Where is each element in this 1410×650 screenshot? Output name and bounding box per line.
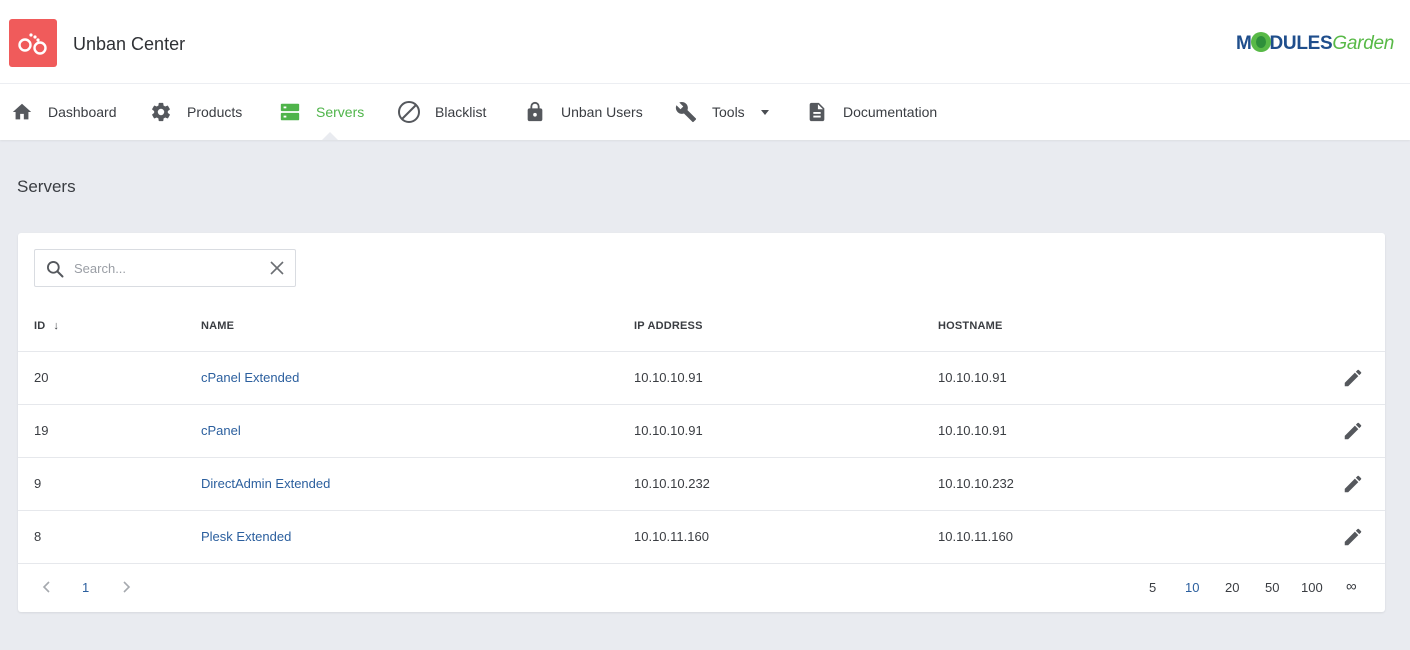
server-icon: [278, 100, 302, 124]
prev-page-icon[interactable]: [40, 580, 54, 599]
cell-id: 8: [34, 529, 42, 544]
nav-label: Unban Users: [561, 104, 643, 120]
server-name-link[interactable]: Plesk Extended: [201, 529, 291, 544]
edit-pencil-icon[interactable]: [1342, 420, 1364, 442]
search-box: [34, 249, 296, 287]
nav-item-dashboard[interactable]: Dashboard: [10, 84, 117, 140]
page-size-option[interactable]: 100: [1301, 580, 1323, 595]
nav-item-tools[interactable]: Tools: [674, 84, 769, 140]
page-size-option[interactable]: 20: [1225, 580, 1239, 595]
edit-pencil-icon[interactable]: [1342, 473, 1364, 495]
caret-down-icon: [760, 109, 769, 115]
sort-arrow-icon: ↓: [53, 320, 60, 332]
cell-id: 19: [34, 423, 49, 438]
nav-item-documentation[interactable]: Documentation: [805, 84, 937, 140]
servers-card: ID↓ NAME IP ADDRESS HOSTNAME 20 cPanel E…: [18, 233, 1385, 612]
column-header-ip[interactable]: IP ADDRESS: [634, 320, 703, 332]
table-footer-divider: [18, 563, 1385, 564]
next-page-icon[interactable]: [119, 580, 133, 599]
handcuffs-icon[interactable]: [9, 19, 57, 67]
edit-pencil-icon[interactable]: [1342, 526, 1364, 548]
edit-pencil-icon[interactable]: [1342, 367, 1364, 389]
page-number[interactable]: 1: [82, 580, 89, 595]
page-size-option[interactable]: 5: [1149, 580, 1156, 595]
table-row: 8 Plesk Extended 10.10.11.160 10.10.11.1…: [18, 510, 1385, 563]
nav-item-products[interactable]: Products: [149, 84, 242, 140]
table-row: 19 cPanel 10.10.10.91 10.10.10.91: [18, 404, 1385, 457]
document-icon: [805, 100, 829, 124]
main-nav: Dashboard Products Servers Blacklist Unb…: [0, 84, 1410, 140]
column-header-id[interactable]: ID ↓: [34, 320, 59, 332]
server-name-link[interactable]: cPanel Extended: [201, 370, 299, 385]
app-header: Unban Center M DULESGarden: [0, 0, 1410, 84]
server-name-link[interactable]: DirectAdmin Extended: [201, 476, 330, 491]
gear-icon: [149, 100, 173, 124]
app-title: Unban Center: [73, 34, 186, 54]
cell-ip: 10.10.10.232: [634, 476, 710, 491]
wrench-icon: [674, 100, 698, 124]
cell-id: 20: [34, 370, 49, 385]
column-header-hostname[interactable]: HOSTNAME: [938, 320, 1003, 332]
globe-icon: [1250, 32, 1271, 52]
table-row: 20 cPanel Extended 10.10.10.91 10.10.10.…: [18, 351, 1385, 404]
nav-label: Blacklist: [435, 104, 487, 120]
nav-item-blacklist[interactable]: Blacklist: [397, 84, 486, 140]
search-input[interactable]: [74, 259, 264, 277]
page-size-option[interactable]: ∞: [1346, 578, 1357, 595]
home-icon: [10, 100, 34, 124]
nav-label: Tools: [712, 104, 745, 120]
modulesgarden-logo: M DULESGarden: [1235, 32, 1394, 54]
cell-hostname: 10.10.10.91: [938, 423, 1007, 438]
lock-icon: [523, 100, 547, 124]
nav-item-unban-users[interactable]: Unban Users: [523, 84, 643, 140]
page-title: Servers: [17, 177, 76, 196]
block-icon: [397, 100, 421, 124]
active-nav-indicator: [322, 132, 338, 140]
cell-ip: 10.10.10.91: [634, 370, 703, 385]
page-size-option[interactable]: 50: [1265, 580, 1279, 595]
search-icon: [45, 259, 65, 284]
nav-label: Servers: [316, 104, 365, 120]
column-header-name[interactable]: NAME: [201, 320, 234, 332]
nav-label: Documentation: [843, 104, 938, 120]
cell-hostname: 10.10.10.91: [938, 370, 1007, 385]
cell-hostname: 10.10.10.232: [938, 476, 1014, 491]
table-row: 9 DirectAdmin Extended 10.10.10.232 10.1…: [18, 457, 1385, 510]
cell-id: 9: [34, 476, 42, 491]
nav-label: Products: [187, 104, 243, 120]
page-size-option[interactable]: 10: [1185, 580, 1199, 595]
cell-hostname: 10.10.11.160: [938, 529, 1013, 544]
cell-ip: 10.10.11.160: [634, 529, 709, 544]
cell-ip: 10.10.10.91: [634, 423, 703, 438]
server-name-link[interactable]: cPanel: [201, 423, 241, 438]
clear-icon[interactable]: [270, 261, 284, 280]
nav-label: Dashboard: [48, 104, 117, 120]
